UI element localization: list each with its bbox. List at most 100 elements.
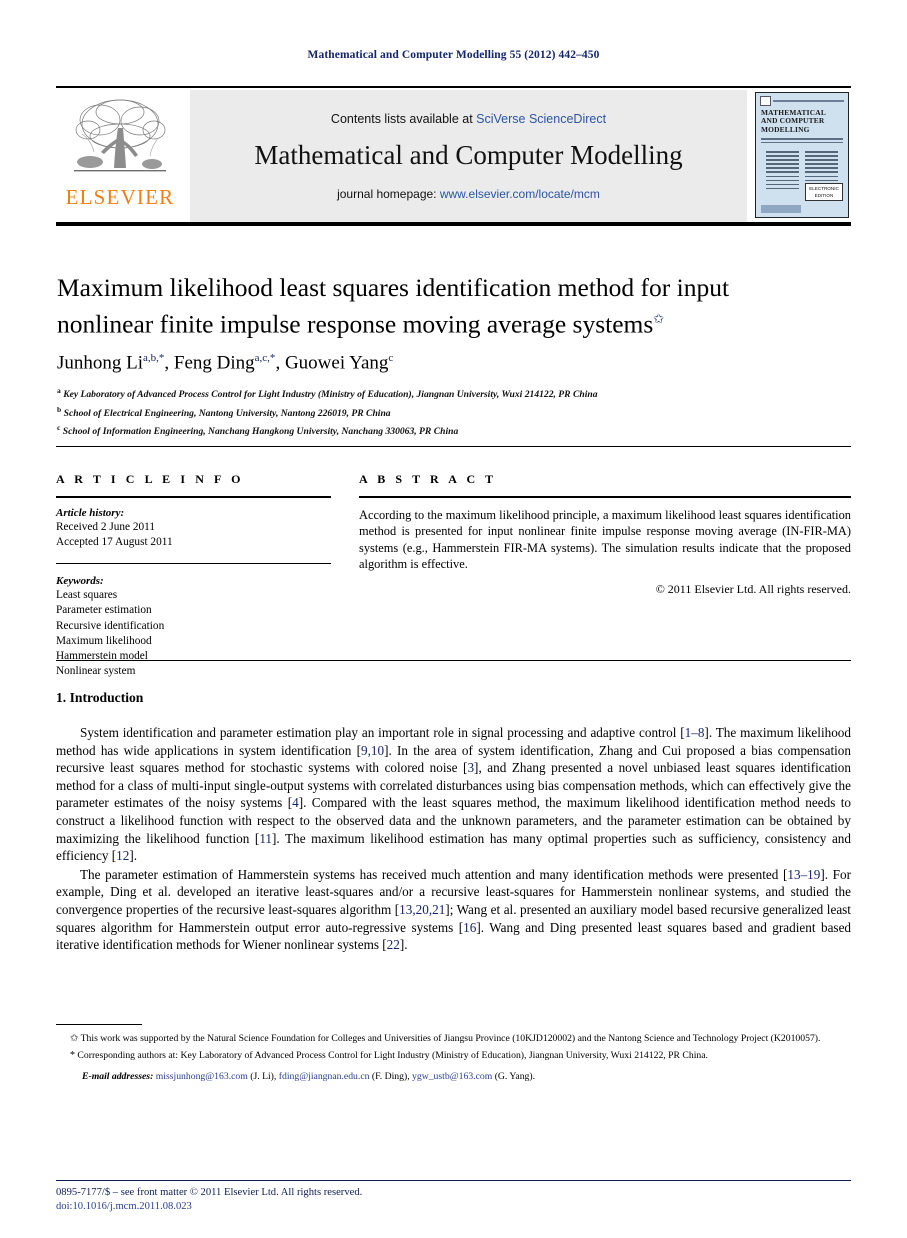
- abstract-heading: A B S T R A C T: [359, 472, 497, 486]
- footnote-corresponding-marker: *: [70, 1050, 75, 1062]
- footnote-funding-marker: ✩: [70, 1033, 79, 1044]
- cover-title-line3: MODELLING: [761, 124, 810, 134]
- author-name-1: Feng Ding: [173, 352, 255, 374]
- elsevier-tree-icon: [74, 99, 166, 172]
- info-abstract-section: A R T I C L E I N F O Article history: R…: [56, 472, 851, 679]
- author-name-2: Guowei Yang: [284, 352, 389, 374]
- email-link-yang[interactable]: ygw_ustb@163.com: [412, 1071, 492, 1082]
- divider-above-info: [56, 446, 851, 447]
- affiliation-item: a Key Laboratory of Advanced Process Con…: [57, 384, 847, 403]
- affiliation-item: c School of Information Engineering, Nan…: [57, 421, 847, 440]
- footnote-block: ✩ This work was supported by the Natural…: [56, 1032, 851, 1083]
- abstract-column: A B S T R A C T According to the maximum…: [359, 472, 851, 679]
- email-link-li[interactable]: missjunhong@163.com: [156, 1071, 248, 1082]
- cover-image: MATHEMATICAL AND COMPUTER MODELLING ELEC…: [755, 92, 849, 218]
- paragraph-2: The parameter estimation of Hammerstein …: [56, 866, 851, 954]
- affiliation-item: b School of Electrical Engineering, Nant…: [57, 403, 847, 422]
- journal-masthead: ELSEVIER Contents lists available at Sci…: [56, 86, 851, 226]
- imprint-block: 0895-7177/$ – see front matter © 2011 El…: [56, 1186, 851, 1214]
- article-info-column: A R T I C L E I N F O Article history: R…: [56, 472, 331, 679]
- affiliation-text-2: School of Information Engineering, Nanch…: [62, 426, 459, 438]
- history-accepted: Accepted 17 August 2011: [56, 535, 173, 548]
- running-head: Mathematical and Computer Modelling 55 (…: [307, 49, 600, 61]
- cover-badge: ELECTRONIC EDITION: [805, 183, 843, 201]
- elsevier-logo: ELSEVIER: [56, 90, 184, 222]
- citation-9-10[interactable]: 9,10: [361, 743, 384, 758]
- footnote-funding-text: This work was supported by the Natural S…: [80, 1033, 821, 1044]
- masthead-rule-bottom: [56, 222, 851, 226]
- elsevier-wordmark: ELSEVIER: [65, 185, 175, 209]
- author-list: Junhong Lia,b,*, Feng Dinga,c,*, Guowei …: [57, 352, 394, 374]
- footnote-funding: ✩ This work was supported by the Natural…: [56, 1032, 851, 1045]
- divider-below-abstract: [56, 660, 851, 661]
- keyword-item: Maximum likelihood: [56, 634, 152, 647]
- citation-22[interactable]: 22: [387, 937, 400, 952]
- sciencedirect-link[interactable]: SciVerse ScienceDirect: [476, 112, 606, 126]
- contents-available-line: Contents lists available at SciVerse Sci…: [331, 112, 606, 126]
- masthead-rule-top: [56, 86, 851, 88]
- footnote-corresponding: * Corresponding authors at: Key Laborato…: [56, 1049, 851, 1062]
- keyword-item: Parameter estimation: [56, 604, 152, 617]
- affiliation-mark-2: c: [57, 423, 61, 433]
- footnote-emails: E-mail addresses: missjunhong@163.com (J…: [82, 1070, 536, 1082]
- para1-seg12: ].: [129, 848, 138, 864]
- affiliation-list: a Key Laboratory of Advanced Process Con…: [57, 384, 847, 440]
- article-title: Maximum likelihood least squares identif…: [57, 272, 817, 340]
- title-footnote-marker: ✩: [653, 311, 665, 326]
- section-heading-introduction: 1. Introduction: [56, 690, 144, 705]
- homepage-prefix: journal homepage:: [337, 186, 440, 201]
- doi-line[interactable]: doi:10.1016/j.mcm.2011.08.023: [56, 1200, 851, 1214]
- keywords-label: Keywords:: [56, 575, 104, 588]
- affiliation-mark-1: b: [57, 404, 62, 414]
- article-history-label: Article history:: [56, 506, 125, 519]
- author-sup-2: c: [388, 352, 394, 364]
- journal-homepage-link[interactable]: www.elsevier.com/locate/mcm: [440, 187, 600, 201]
- paper-page: Mathematical and Computer Modelling 55 (…: [0, 0, 907, 1238]
- footnote-divider: [56, 1024, 142, 1026]
- citation-11[interactable]: 11: [259, 831, 272, 846]
- para2-seg0: The parameter estimation of Hammerstein …: [80, 866, 788, 882]
- cover-title: MATHEMATICAL AND COMPUTER MODELLING: [761, 108, 843, 134]
- email-who-li: (J. Li): [250, 1070, 274, 1082]
- cover-seal-icon: [760, 95, 771, 106]
- imprint-divider: [56, 1180, 851, 1182]
- history-received: Received 2 June 2011: [56, 520, 156, 533]
- author-sup-1: a,c,*: [254, 352, 276, 364]
- issn-line: 0895-7177/$ – see front matter © 2011 El…: [56, 1187, 363, 1198]
- email-label: E-mail addresses:: [82, 1070, 154, 1082]
- info-rule: [56, 496, 331, 498]
- journal-title: Mathematical and Computer Modelling: [254, 139, 683, 170]
- journal-cover-thumbnail: MATHEMATICAL AND COMPUTER MODELLING ELEC…: [753, 90, 851, 222]
- article-body: 1. Introduction System identification an…: [56, 690, 851, 954]
- citation-12[interactable]: 12: [116, 848, 129, 863]
- abstract-rule: [359, 496, 851, 498]
- masthead-center: Contents lists available at SciVerse Sci…: [190, 90, 747, 222]
- contents-prefix: Contents lists available at: [330, 111, 477, 126]
- article-title-text: Maximum likelihood least squares identif…: [57, 273, 730, 339]
- journal-homepage-line: journal homepage: www.elsevier.com/locat…: [337, 187, 600, 201]
- email-link-ding[interactable]: fding@jiangnan.edu.cn: [279, 1071, 370, 1082]
- para1-seg0: System identification and parameter esti…: [80, 725, 685, 740]
- citation-13-19[interactable]: 13–19: [787, 867, 820, 882]
- affiliation-text-1: School of Electrical Engineering, Nanton…: [63, 407, 391, 419]
- keywords-rule: [56, 562, 331, 565]
- abstract-text: According to the maximum likelihood prin…: [359, 507, 851, 572]
- email-who-ding: (F. Ding): [371, 1070, 408, 1082]
- keywords-block: Keywords: Least squares Parameter estima…: [56, 575, 331, 679]
- affiliation-text-0: Key Laboratory of Advanced Process Contr…: [63, 389, 598, 401]
- citation-13-20-21[interactable]: 13,20,21: [399, 902, 445, 917]
- keyword-item: Hammerstein model: [56, 650, 148, 662]
- author-name-0: Junhong Li: [57, 352, 144, 374]
- author-sup-0: a,b,*: [143, 352, 165, 364]
- affiliation-mark-0: a: [57, 386, 61, 395]
- para2-seg8: ].: [399, 937, 408, 953]
- citation-1-8[interactable]: 1–8: [685, 725, 705, 740]
- keyword-item: Nonlinear system: [56, 665, 136, 678]
- abstract-copyright: © 2011 Elsevier Ltd. All rights reserved…: [655, 581, 851, 596]
- email-who-yang: (G. Yang): [494, 1070, 533, 1082]
- citation-4[interactable]: 4: [292, 795, 299, 810]
- paragraph-1: System identification and parameter esti…: [56, 724, 851, 865]
- article-info-heading: A R T I C L E I N F O: [56, 472, 245, 486]
- footnote-corresponding-text: Corresponding authors at: Key Laboratory…: [77, 1050, 708, 1062]
- citation-16[interactable]: 16: [463, 920, 476, 935]
